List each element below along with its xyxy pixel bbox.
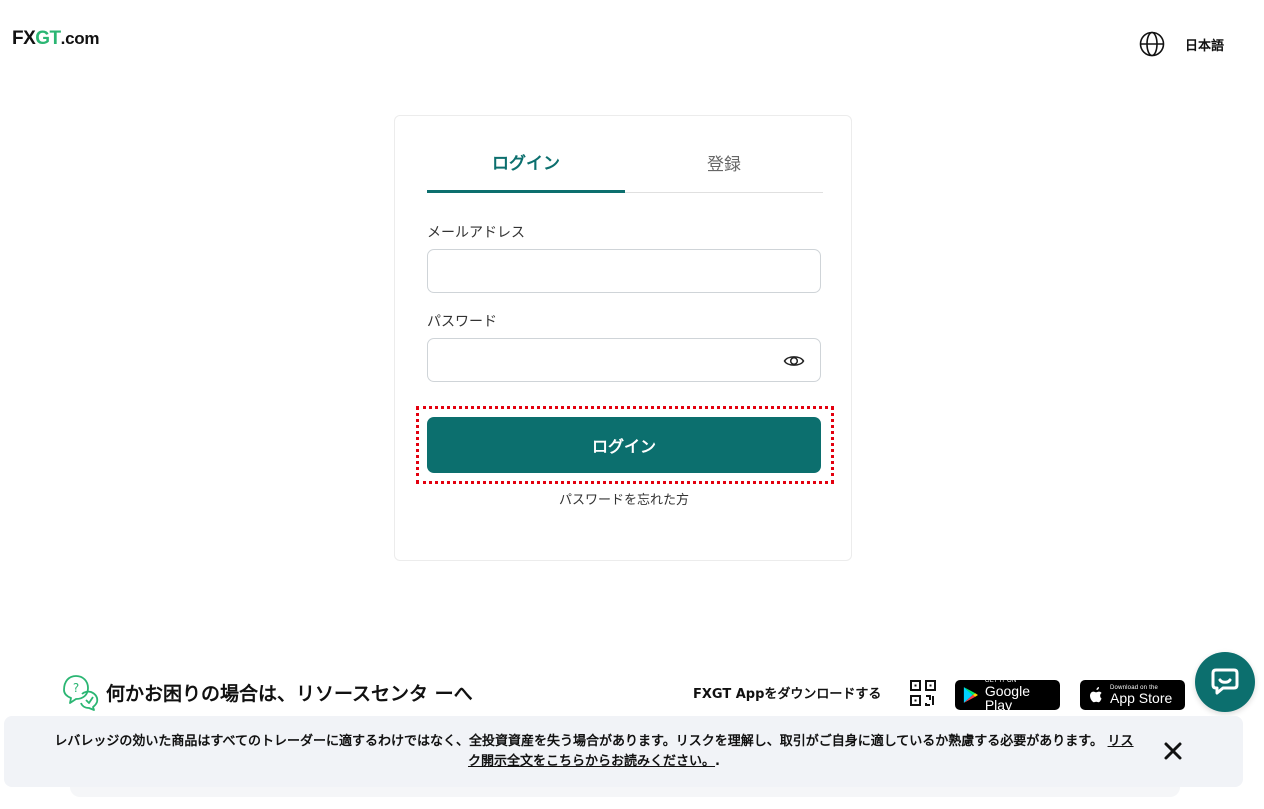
language-label: 日本語 xyxy=(1184,38,1224,54)
app-store-badge[interactable]: Download on the App Store xyxy=(1080,680,1185,710)
help-bubble-icon: ? xyxy=(63,675,99,711)
password-field[interactable] xyxy=(427,338,821,382)
globe-icon xyxy=(1139,31,1165,57)
app-download-label: FXGT Appをダウンロードする xyxy=(693,687,882,702)
chat-button[interactable] xyxy=(1195,652,1255,712)
svg-text:?: ? xyxy=(73,681,79,695)
help-text: 何かお困りの場合は、リソースセンタ ーへ xyxy=(106,682,473,705)
help-resource-center[interactable]: ? 何かお困りの場合は、リソースセンタ ーへ xyxy=(60,672,473,712)
tab-login[interactable]: ログイン xyxy=(427,116,625,193)
google-play-big-text: Google Play xyxy=(984,683,1030,713)
google-play-icon xyxy=(963,687,978,703)
email-field[interactable] xyxy=(427,249,821,293)
risk-warning-text: レバレッジの効いた商品はすべてのトレーダーに適するわけではなく、全投資資産を失う… xyxy=(54,732,1134,772)
risk-warning-body: レバレッジの効いた商品はすべてのトレーダーに適するわけではなく、全投資資産を失う… xyxy=(54,734,1104,749)
apple-icon xyxy=(1090,687,1102,703)
risk-warning-suffix: . xyxy=(715,754,720,769)
logo-text-fx: FX xyxy=(12,28,36,49)
logo-text-domain: .com xyxy=(60,29,100,48)
google-play-badge[interactable]: GET IT ON Google Play xyxy=(955,678,1060,713)
auth-card: ログイン 登録 メールアドレス パスワード ログイン パスワードを忘れた方 xyxy=(394,115,852,561)
risk-warning-banner: レバレッジの効いた商品はすべてのトレーダーに適するわけではなく、全投資資産を失う… xyxy=(4,716,1243,787)
footer-strip xyxy=(70,787,1180,797)
password-label: パスワード xyxy=(427,314,497,330)
language-selector[interactable]: 日本語 xyxy=(1139,31,1224,57)
fxgt-logo[interactable]: FXGT.com xyxy=(12,28,99,50)
forgot-password-link[interactable]: パスワードを忘れた方 xyxy=(395,489,853,508)
tab-register[interactable]: 登録 xyxy=(625,116,823,192)
eye-icon[interactable] xyxy=(783,350,805,372)
logo-text-gt: GT xyxy=(35,28,61,49)
email-label: メールアドレス xyxy=(427,225,525,241)
app-store-big-text: App Store xyxy=(1110,690,1173,706)
auth-tabs: ログイン 登録 xyxy=(427,116,823,193)
close-icon[interactable] xyxy=(1162,740,1184,762)
chat-icon xyxy=(1211,668,1239,695)
qr-code-icon[interactable] xyxy=(909,679,937,707)
login-button[interactable]: ログイン xyxy=(427,417,821,473)
